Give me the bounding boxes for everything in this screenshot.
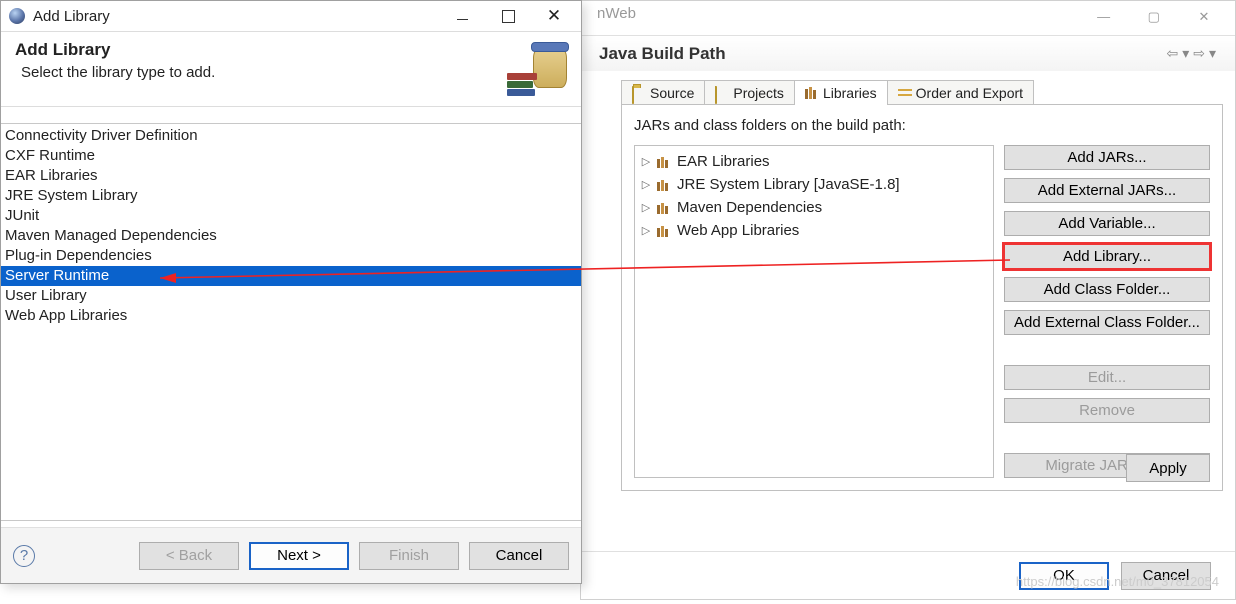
tree-item-label: Web App Libraries xyxy=(677,222,799,239)
tree-item[interactable]: ▷ Web App Libraries xyxy=(641,219,987,242)
wizard-banner-icon xyxy=(511,38,567,94)
wizard-window-controls: ✕ xyxy=(439,1,577,31)
eclipse-icon xyxy=(9,8,25,24)
projects-icon xyxy=(715,86,717,104)
close-icon[interactable]: ✕ xyxy=(1181,5,1227,33)
page-title: Java Build Path xyxy=(599,44,726,64)
minimize-icon[interactable] xyxy=(439,1,485,31)
libraries-side-buttons: Add JARs... Add External JARs... Add Var… xyxy=(1004,145,1210,478)
libraries-tree[interactable]: ▷ EAR Libraries ▷ JRE System Library [Java… xyxy=(634,145,994,478)
list-item[interactable]: CXF Runtime xyxy=(1,146,581,166)
properties-footer: OK Cancel xyxy=(581,551,1235,599)
chevron-right-icon[interactable]: ▷ xyxy=(641,201,651,214)
close-icon[interactable]: ✕ xyxy=(531,1,577,31)
list-item[interactable]: JRE System Library xyxy=(1,186,581,206)
properties-title: nWeb xyxy=(597,5,636,22)
tab-projects[interactable]: Projects xyxy=(704,80,795,105)
library-icon xyxy=(657,156,671,168)
chevron-right-icon[interactable]: ▷ xyxy=(641,224,651,237)
help-icon: ? xyxy=(20,547,28,564)
add-library-button[interactable]: Add Library... xyxy=(1004,244,1210,269)
tab-libraries[interactable]: Libraries xyxy=(794,80,888,105)
tree-item[interactable]: ▷ JRE System Library [JavaSE-1.8] xyxy=(641,173,987,196)
wizard-titlebar[interactable]: Add Library ✕ xyxy=(1,1,581,31)
wizard-banner-sub: Select the library type to add. xyxy=(15,64,215,81)
add-external-class-folder-button[interactable]: Add External Class Folder... xyxy=(1004,310,1210,335)
apply-row: Apply xyxy=(1126,454,1210,482)
wizard-banner: Add Library Select the library type to a… xyxy=(1,31,581,107)
tree-item-label: EAR Libraries xyxy=(677,153,770,170)
ok-button[interactable]: OK xyxy=(1019,562,1109,590)
list-item[interactable]: Connectivity Driver Definition xyxy=(1,126,581,146)
tree-item-label: JRE System Library [JavaSE-1.8] xyxy=(677,176,900,193)
apply-button[interactable]: Apply xyxy=(1126,454,1210,482)
wizard-banner-text: Add Library Select the library type to a… xyxy=(15,40,215,81)
add-external-jars-button[interactable]: Add External JARs... xyxy=(1004,178,1210,203)
list-item[interactable]: Plug-in Dependencies xyxy=(1,246,581,266)
add-jars-button[interactable]: Add JARs... xyxy=(1004,145,1210,170)
forward-arrow-menu-icon[interactable]: ▾ xyxy=(1208,45,1217,62)
add-library-wizard: Add Library ✕ Add Library Select the lib… xyxy=(0,0,582,584)
list-item[interactable]: User Library xyxy=(1,286,581,306)
add-variable-button[interactable]: Add Variable... xyxy=(1004,211,1210,236)
libraries-layout: ▷ EAR Libraries ▷ JRE System Library [Java… xyxy=(634,145,1210,478)
minimize-icon[interactable]: — xyxy=(1081,5,1127,33)
tab-libraries-label: Libraries xyxy=(823,85,877,101)
tab-source-label: Source xyxy=(650,85,694,101)
properties-heading-bar: Java Build Path ⇦▾ ⇨▾ xyxy=(581,35,1235,71)
properties-window-controls: — ▢ ✕ xyxy=(1081,5,1227,33)
tab-order-export[interactable]: Order and Export xyxy=(887,80,1034,105)
next-button[interactable]: Next > xyxy=(249,542,349,570)
libraries-icon xyxy=(805,87,819,99)
maximize-icon[interactable]: ▢ xyxy=(1131,5,1177,33)
chevron-right-icon[interactable]: ▷ xyxy=(641,178,651,191)
wizard-footer: ? < Back Next > Finish Cancel xyxy=(1,527,581,583)
folder-icon xyxy=(632,86,634,104)
chevron-right-icon[interactable]: ▷ xyxy=(641,155,651,168)
edit-button: Edit... xyxy=(1004,365,1210,390)
cancel-button[interactable]: Cancel xyxy=(1121,562,1211,590)
back-arrow-menu-icon[interactable]: ▾ xyxy=(1181,45,1190,62)
list-item[interactable]: Maven Managed Dependencies xyxy=(1,226,581,246)
tree-item[interactable]: ▷ Maven Dependencies xyxy=(641,196,987,219)
forward-arrow-icon[interactable]: ⇨ xyxy=(1192,45,1206,62)
tab-order-label: Order and Export xyxy=(916,85,1023,101)
list-item[interactable]: Server Runtime xyxy=(1,266,581,286)
cancel-button[interactable]: Cancel xyxy=(469,542,569,570)
properties-body: Source Projects Libraries Order and Expo… xyxy=(621,77,1223,539)
properties-window: nWeb — ▢ ✕ Java Build Path ⇦▾ ⇨▾ Source … xyxy=(580,0,1236,600)
remove-button: Remove xyxy=(1004,398,1210,423)
tree-item-label: Maven Dependencies xyxy=(677,199,822,216)
help-button[interactable]: ? xyxy=(13,545,35,567)
library-icon xyxy=(657,202,671,214)
tab-source[interactable]: Source xyxy=(621,80,705,105)
library-icon xyxy=(657,225,671,237)
tree-item[interactable]: ▷ EAR Libraries xyxy=(641,150,987,173)
library-icon xyxy=(657,179,671,191)
wizard-banner-heading: Add Library xyxy=(15,40,215,60)
properties-titlebar: nWeb — ▢ ✕ xyxy=(581,1,1235,35)
maximize-icon[interactable] xyxy=(485,1,531,31)
list-item[interactable]: JUnit xyxy=(1,206,581,226)
tabs-row: Source Projects Libraries Order and Expo… xyxy=(621,77,1223,105)
wizard-buttons: < Back Next > Finish Cancel xyxy=(139,542,569,570)
history-nav: ⇦▾ ⇨▾ xyxy=(1165,45,1217,62)
library-type-list[interactable]: Connectivity Driver DefinitionCXF Runtim… xyxy=(1,123,581,521)
back-button: < Back xyxy=(139,542,239,570)
tab-content-libraries: JARs and class folders on the build path… xyxy=(621,104,1223,491)
libraries-caption: JARs and class folders on the build path… xyxy=(634,117,1210,134)
list-item[interactable]: Web App Libraries xyxy=(1,306,581,326)
list-item[interactable]: EAR Libraries xyxy=(1,166,581,186)
finish-button: Finish xyxy=(359,542,459,570)
tab-projects-label: Projects xyxy=(733,85,784,101)
wizard-title: Add Library xyxy=(33,8,439,25)
back-arrow-icon[interactable]: ⇦ xyxy=(1165,45,1179,62)
add-class-folder-button[interactable]: Add Class Folder... xyxy=(1004,277,1210,302)
